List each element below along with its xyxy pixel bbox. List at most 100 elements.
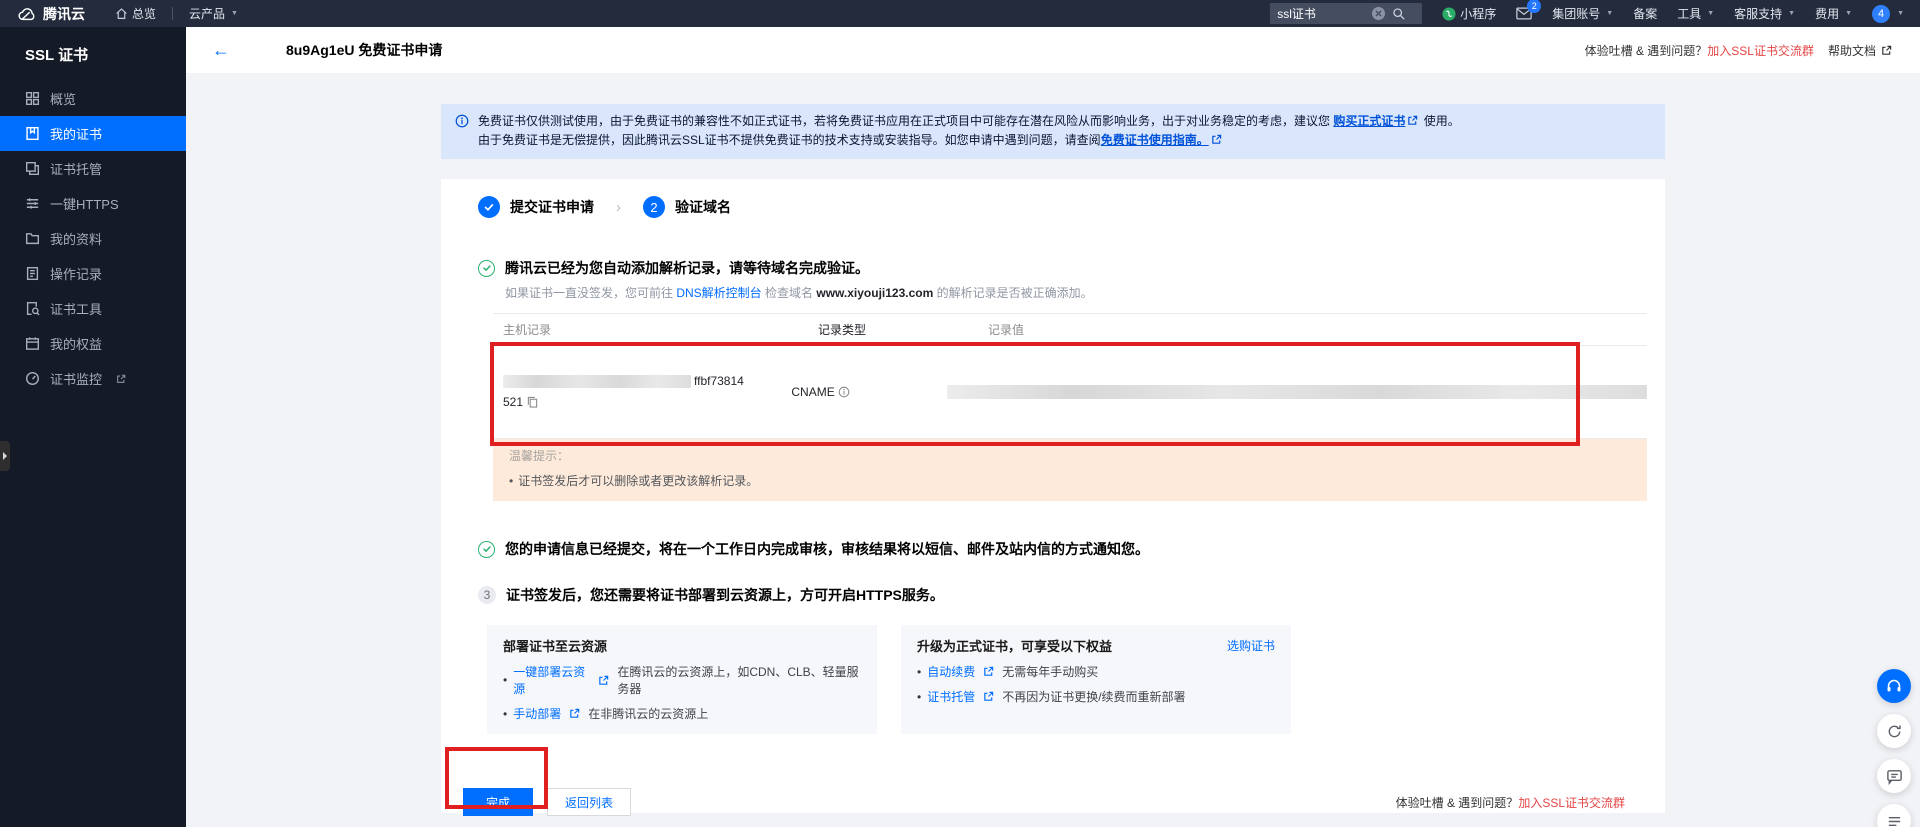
dns-console-link[interactable]: DNS解析控制台 <box>676 286 761 300</box>
manual-deploy-link[interactable]: 手动部署 <box>513 705 561 722</box>
nav-products[interactable]: 云产品 ▼ <box>189 5 238 22</box>
sidebar-item-cert-tools[interactable]: 证书工具 <box>0 291 186 326</box>
banner-line-1: 免费证书仅供测试使用，由于免费证书的兼容性不如正式证书，若将免费证书应用在正式项… <box>478 112 1460 131</box>
home-icon <box>115 7 128 20</box>
upgrade-item-desc: 无需每年手动购买 <box>1002 663 1098 680</box>
sidebar-collapse-handle[interactable] <box>0 441 10 471</box>
sidebar-item-cert-hosting[interactable]: 证书托管 <box>0 151 186 186</box>
search-input[interactable] <box>1277 7 1372 21</box>
step-2: 2 验证域名 <box>643 196 731 218</box>
feedback-text: 体验吐槽 & 遇到问题？ <box>1585 42 1708 59</box>
search-box <box>1270 3 1422 24</box>
docs-button[interactable] <box>1877 759 1911 793</box>
success-check-icon <box>478 260 495 277</box>
verify-subtext: 如果证书一直没签发，您可前往 DNS解析控制台 检查域名 www.xiyouji… <box>505 284 1665 301</box>
external-link-icon <box>983 666 994 677</box>
back-to-list-button[interactable]: 返回列表 <box>547 788 631 816</box>
sidebar-item-operation-log[interactable]: 操作记录 <box>0 256 186 291</box>
upgrade-card-title: 升级为正式证书，可享受以下权益 <box>917 636 1112 655</box>
deploy-card: 部署证书至云资源 • 一键部署云资源 在腾讯云的云资源上，如CDN、CLB、轻量… <box>487 625 877 734</box>
menu-billing[interactable]: 费用 ▼ <box>1815 5 1852 22</box>
warm-tip-box: 温馨提示： •证书签发后才可以删除或者更改该解析记录。 <box>493 439 1647 501</box>
sidebar-item-label: 我的证书 <box>50 124 102 143</box>
menu-tools[interactable]: 工具 ▼ <box>1677 5 1714 22</box>
done-button[interactable]: 完成 <box>463 788 533 816</box>
sidebar-item-my-profile[interactable]: 我的资料 <box>0 221 186 256</box>
bottom-cards: 部署证书至云资源 • 一键部署云资源 在腾讯云的云资源上，如CDN、CLB、轻量… <box>487 625 1665 734</box>
feedback-button[interactable] <box>1877 714 1911 748</box>
success-check-icon <box>478 541 495 558</box>
help-doc-link[interactable]: 帮助文档 <box>1828 42 1894 59</box>
free-cert-guide-link[interactable]: 免费证书使用指南。 <box>1101 133 1209 147</box>
menu-icp[interactable]: 备案 <box>1633 5 1657 22</box>
deploy-card-title: 部署证书至云资源 <box>503 636 607 655</box>
submitted-section: 您的申请信息已经提交，将在一个工作日内完成审核，审核结果将以短信、邮件及站内信的… <box>478 539 1665 559</box>
col-header-value: 记录值 <box>988 321 1647 338</box>
nav-overview[interactable]: 总览 <box>115 5 156 22</box>
menu-support[interactable]: 客服支持 ▼ <box>1734 5 1795 22</box>
sidebar-item-cert-monitor[interactable]: 证书监控 <box>0 361 186 396</box>
top-nav-bar: 腾讯云 总览 云产品 ▼ <box>0 0 1920 27</box>
external-link-icon <box>116 374 126 384</box>
tip-item: •证书签发后才可以删除或者更改该解析记录。 <box>509 472 1631 489</box>
subtext: 的解析记录是否被正确添加。 <box>933 286 1092 300</box>
sidebar-item-label: 证书托管 <box>50 159 102 178</box>
upgrade-item-1: • 自动续费 无需每年手动购买 <box>917 663 1275 680</box>
sidebar-item-my-certificates[interactable]: 我的证书 <box>0 116 186 151</box>
tencent-cloud-logo[interactable]: 腾讯云 <box>18 4 85 24</box>
mini-program-menu[interactable]: 小程序 <box>1442 5 1496 22</box>
cert-hosting-link[interactable]: 证书托管 <box>927 688 975 705</box>
external-link-icon <box>1881 45 1892 56</box>
menu-group-account[interactable]: 集团账号 ▼ <box>1552 5 1613 22</box>
customer-service-button[interactable] <box>1877 669 1911 703</box>
sliders-icon <box>25 196 40 211</box>
info-circle-icon[interactable] <box>838 386 850 398</box>
account-avatar-menu[interactable]: 4 ▼ <box>1872 5 1904 23</box>
sidebar-item-label: 我的权益 <box>50 334 102 353</box>
sidebar-item-overview[interactable]: 概览 <box>0 81 186 116</box>
auto-renew-link[interactable]: 自动续费 <box>927 663 975 680</box>
chevron-down-icon: ▼ <box>1897 10 1904 17</box>
headset-icon <box>1885 677 1903 695</box>
back-button[interactable]: ← <box>212 41 230 59</box>
join-ssl-group-link[interactable]: 加入SSL证书交流群 <box>1518 796 1625 810</box>
menu-label: 备案 <box>1633 5 1657 22</box>
dns-record-table: 主机记录 记录类型 记录值 ffbf73814 521 CNAME <box>493 313 1647 439</box>
survey-button[interactable] <box>1877 804 1911 827</box>
buy-cert-link[interactable]: 选购证书 <box>1227 637 1275 654</box>
step-1-label: 提交证书申请 <box>510 197 594 217</box>
document-lines-icon <box>25 266 40 281</box>
upgrade-item-desc: 不再因为证书更换/续费而重新部署 <box>1002 688 1185 705</box>
sidebar-item-label: 证书工具 <box>50 299 102 318</box>
messages-menu[interactable]: 2 <box>1516 7 1532 20</box>
step-1-check-icon <box>478 196 500 218</box>
banner-text: 使用。 <box>1420 114 1459 128</box>
join-ssl-group-link[interactable]: 加入SSL证书交流群 <box>1707 42 1814 59</box>
one-click-deploy-link[interactable]: 一键部署云资源 <box>513 663 590 697</box>
search-icon[interactable] <box>1392 7 1405 20</box>
buy-formal-cert-link[interactable]: 购买正式证书 <box>1333 114 1405 128</box>
menu-label: 费用 <box>1815 5 1839 22</box>
info-icon <box>455 114 469 150</box>
copy-icon[interactable] <box>527 396 538 408</box>
host-record-line-1: ffbf73814 <box>503 371 791 392</box>
nav-products-label: 云产品 <box>189 5 225 22</box>
bullet: • <box>503 673 507 687</box>
menu-label: 工具 <box>1677 5 1701 22</box>
deploy-item-2: • 手动部署 在非腾讯云的云资源上 <box>503 705 861 722</box>
bullet: • <box>503 707 507 721</box>
sidebar-item-label: 概览 <box>50 89 76 108</box>
sidebar-item-one-click-https[interactable]: 一键HTTPS <box>0 186 186 221</box>
bullet: • <box>509 474 513 488</box>
document-search-icon <box>25 301 40 316</box>
clear-search-icon[interactable] <box>1372 7 1385 20</box>
host-record-line-2: 521 <box>503 392 791 413</box>
sidebar-item-my-benefits[interactable]: 我的权益 <box>0 326 186 361</box>
help-doc-label: 帮助文档 <box>1828 42 1876 59</box>
footer-actions: 完成 返回列表 体验吐槽 & 遇到问题？加入SSL证书交流群 <box>463 788 1665 816</box>
deploy-item-desc: 在非腾讯云的云资源上 <box>588 705 708 722</box>
divider <box>172 7 173 20</box>
chevron-down-icon: ▼ <box>1707 10 1714 17</box>
step-separator: › <box>616 199 621 216</box>
certificate-icon <box>25 126 40 141</box>
